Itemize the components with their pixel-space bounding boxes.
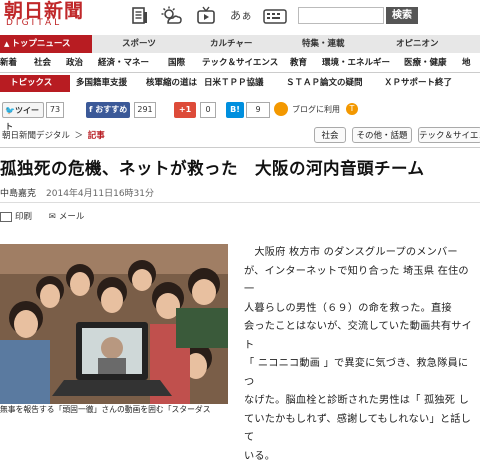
- tab-label: トップニュース: [11, 39, 70, 49]
- site-header: 朝日新聞 DIGITAL あぁ 検索: [0, 0, 480, 34]
- topics-bar: トピックス 多国籍車支援 核軍縮の道は 日米ＴＰＰ協議 ＳＴＡＰ論文の疑問 ＸＰ…: [0, 75, 480, 92]
- body-line: いる。: [244, 448, 476, 466]
- like-label: おすすめ: [95, 105, 127, 114]
- divider: [0, 147, 480, 148]
- publish-date: 2014年4月11日16時31分: [46, 189, 154, 199]
- topic-item[interactable]: 多国籍車支援: [76, 75, 127, 92]
- author: 中島嘉克: [0, 189, 36, 199]
- sub-nav-tech[interactable]: テック＆サイエンス: [202, 54, 278, 72]
- photo-caption: 無事を報告する「頭固一徹」さんの動画を囲む「スターダス: [0, 404, 211, 415]
- sub-nav-local[interactable]: 地: [462, 54, 471, 72]
- sub-nav-education[interactable]: 教育: [290, 54, 307, 72]
- sub-nav-health[interactable]: 医療・健康: [404, 54, 447, 72]
- mail-link[interactable]: メール: [59, 212, 85, 222]
- sub-nav-new[interactable]: 新着: [0, 54, 17, 72]
- facebook-icon: f: [89, 105, 92, 114]
- breadcrumb-row: 朝日新聞デジタル ＞ 記事 社会 その他・話題 テック＆サイエン: [0, 124, 480, 146]
- body-line: 「 ニコニコ動画 」で異変に気づき、救急隊員につ: [244, 355, 476, 392]
- divider: [0, 202, 480, 203]
- news-icon[interactable]: [130, 6, 150, 26]
- article-tools: 印刷 ✉メール: [0, 210, 84, 222]
- hatena-bookmark-button[interactable]: B!: [226, 102, 244, 118]
- topic-item[interactable]: ＳＴＡＰ論文の疑問: [286, 75, 363, 92]
- topics-label: トピックス: [0, 75, 70, 92]
- blog-icon: [274, 102, 288, 116]
- weather-icon[interactable]: [160, 6, 180, 26]
- twitter-icon: 🐦: [5, 106, 15, 115]
- sub-nav-international[interactable]: 国際: [168, 54, 185, 72]
- topic-item[interactable]: 核軍縮の道は: [146, 75, 197, 92]
- gplus-count: 0: [200, 102, 216, 118]
- sub-nav: 新着 社会 政治 経済・マネー 国際 テック＆サイエンス 教育 環境・エネルギー…: [0, 54, 480, 73]
- breadcrumb-separator: ＞: [75, 131, 84, 141]
- sub-nav-economy[interactable]: 経済・マネー: [98, 54, 149, 72]
- tweet-button[interactable]: 🐦ツイート: [2, 102, 44, 118]
- byline: 中島嘉克 2014年4月11日16時31分: [0, 186, 154, 199]
- facebook-recommend-button[interactable]: f おすすめ: [86, 102, 130, 118]
- tweet-count: 73: [46, 102, 64, 118]
- body-line: が、インターネットで知り合った 埼玉県 在住の一: [244, 263, 476, 300]
- breadcrumb-site[interactable]: 朝日新聞デジタル: [2, 131, 70, 141]
- social-bar: 🐦ツイート 73 f おすすめ 291 +1 0 B! 9 ブログに利用 T: [0, 98, 480, 124]
- tab-top-news[interactable]: ▲トップニュース: [0, 35, 92, 53]
- like-count: 291: [134, 102, 156, 118]
- article-photo[interactable]: [0, 244, 228, 404]
- search-button[interactable]: 検索: [386, 7, 418, 24]
- tab-opinion[interactable]: オピニオン: [396, 35, 439, 53]
- tab-society[interactable]: 社会: [314, 127, 346, 143]
- body-line: 会ったことはないが、交流していた動画共有サイト: [244, 318, 476, 355]
- tab-sports[interactable]: スポーツ: [122, 35, 156, 53]
- breadcrumb-section[interactable]: 記事: [88, 131, 105, 141]
- breadcrumb: 朝日新聞デジタル ＞ 記事: [2, 129, 105, 141]
- blog-button[interactable]: ブログに利用: [292, 102, 346, 118]
- gplus-button[interactable]: +1: [174, 102, 196, 118]
- mail-icon: ✉: [49, 212, 56, 222]
- topic-item[interactable]: 日米ＴＰＰ協議: [204, 75, 264, 92]
- logo-en: DIGITAL: [6, 18, 62, 28]
- search-input[interactable]: [298, 7, 384, 24]
- topic-item[interactable]: ＸＰサポート終了: [384, 75, 452, 92]
- body-line: なげた。脳血栓と診断された男性は「 孤独死 し: [244, 392, 476, 411]
- article-headline: 孤独死の危機、ネットが救った 大阪の河内音頭チーム: [0, 155, 425, 179]
- tv-icon[interactable]: [196, 6, 216, 26]
- settings-icon[interactable]: [262, 6, 288, 26]
- sub-nav-politics[interactable]: 政治: [66, 54, 83, 72]
- main-nav: ▲トップニュース スポーツ カルチャー 特集・連載 オピニオン: [0, 35, 480, 53]
- asahi-logo[interactable]: 朝日新聞 DIGITAL: [4, 0, 100, 22]
- home-icon: ▲: [4, 40, 9, 48]
- tab-features[interactable]: 特集・連載: [302, 35, 345, 53]
- tab-misc-topics[interactable]: その他・話題: [352, 127, 412, 143]
- print-link[interactable]: 印刷: [15, 212, 32, 222]
- sub-nav-environment[interactable]: 環境・エネルギー: [322, 54, 390, 72]
- sub-nav-society[interactable]: 社会: [34, 54, 51, 72]
- body-line: ていたかもしれず、感謝してもしれない」と話して: [244, 411, 476, 448]
- blog-t-icon: T: [346, 103, 358, 115]
- hatena-count: 9: [246, 102, 270, 118]
- tab-tech-science[interactable]: テック＆サイエン: [418, 127, 480, 143]
- aa-icon[interactable]: あぁ: [230, 6, 256, 26]
- body-line: 人暮らしの男性（６９）の命を救った。直接: [244, 300, 476, 319]
- article-body: 大阪府 枚方市 のダンスグループのメンバー が、インターネットで知り合った 埼玉…: [244, 244, 476, 466]
- tab-culture[interactable]: カルチャー: [210, 35, 252, 53]
- print-icon: [0, 212, 12, 222]
- body-line: 大阪府 枚方市 のダンスグループのメンバー: [244, 244, 476, 263]
